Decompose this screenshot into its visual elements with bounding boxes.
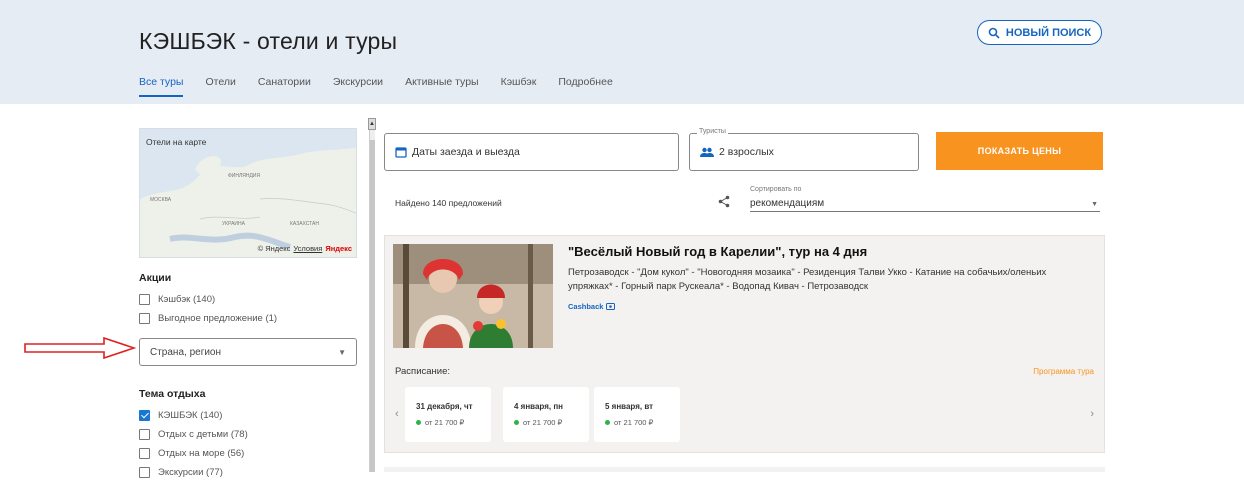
tab-hotels[interactable]: Отели	[205, 76, 235, 97]
tourists-value: 2 взрослых	[719, 146, 774, 158]
show-prices-button[interactable]: Показать цены	[936, 132, 1103, 170]
date-option[interactable]: 5 января, вт от 21 700 ₽	[594, 387, 680, 442]
sort-select[interactable]: Сортировать по рекомендациям ▼	[750, 186, 1100, 212]
checkbox-box[interactable]	[139, 410, 150, 421]
page-title: КЭШБЭК - отели и туры	[139, 28, 398, 54]
tab-more[interactable]: Подробнее	[558, 76, 612, 97]
theme-kids-checkbox[interactable]: Отдых с детьми (78)	[139, 425, 359, 444]
hotels-map[interactable]: ФИНЛЯНДИЯ МОСКВА УКРАИНА КАЗАХСТАН Отели…	[139, 128, 357, 258]
filters-sidebar: ФИНЛЯНДИЯ МОСКВА УКРАИНА КАЗАХСТАН Отели…	[139, 128, 359, 482]
tour-photo-image	[393, 244, 553, 348]
promo-good-deal-checkbox[interactable]: Выгодное предложение (1)	[139, 309, 359, 328]
promos-title: Акции	[139, 272, 172, 284]
map-label: ФИНЛЯНДИЯ	[228, 173, 260, 179]
checkbox-label: Отдых на море (56)	[158, 448, 245, 459]
tour-title[interactable]: "Весёлый Новый год в Карелии", тур на 4 …	[568, 244, 867, 259]
map-label: УКРАИНА	[222, 221, 246, 227]
theme-sea-checkbox[interactable]: Отдых на море (56)	[139, 444, 359, 463]
checkbox-label: Отдых с детьми (78)	[158, 429, 248, 440]
theme-cashback-checkbox[interactable]: КЭШБЭК (140)	[139, 406, 359, 425]
tour-card[interactable]: "Весёлый Новый год в Карелии", тур на 4 …	[384, 235, 1105, 453]
map-label: КАЗАХСТАН	[290, 221, 319, 227]
checkbox-box[interactable]	[139, 448, 150, 459]
chevron-down-icon: ▼	[1091, 201, 1098, 208]
dates-placeholder: Даты заезда и выезда	[412, 146, 520, 158]
sort-value: рекомендациям	[750, 198, 825, 209]
chevron-down-icon: ▼	[338, 347, 346, 357]
checkbox-box[interactable]	[139, 429, 150, 440]
page-header: КЭШБЭК - отели и туры новый поиск Все ту…	[0, 0, 1244, 104]
checkbox-box[interactable]	[139, 313, 150, 324]
tabs-bar: Все туры Отели Санатории Экскурсии Актив…	[139, 76, 613, 97]
region-select[interactable]: Страна, регион ▼	[139, 338, 357, 366]
date-option[interactable]: 4 января, пн от 21 700 ₽	[503, 387, 589, 442]
scrollbar-thumb[interactable]	[370, 140, 375, 472]
cashback-label: Cashback	[568, 302, 604, 311]
search-icon	[988, 27, 1000, 39]
tab-all-tours[interactable]: Все туры	[139, 76, 184, 97]
annotation-arrow-icon	[24, 337, 136, 359]
new-search-button[interactable]: новый поиск	[977, 20, 1102, 45]
yandex-logo: Яндекс	[325, 244, 352, 253]
dates-field[interactable]: Даты заезда и выезда	[384, 133, 679, 171]
tour-photo[interactable]	[393, 244, 553, 348]
chevron-left-icon[interactable]: ‹	[395, 408, 399, 420]
checkbox-label: Кэшбэк (140)	[158, 294, 216, 305]
new-search-label: новый поиск	[1005, 26, 1092, 39]
checkbox-box[interactable]	[139, 294, 150, 305]
tourists-field[interactable]: Туристы 2 взрослых	[689, 128, 919, 171]
share-icon[interactable]	[718, 195, 730, 208]
people-icon	[700, 147, 714, 157]
cashback-badge: Cashback	[568, 302, 616, 311]
map-image: ФИНЛЯНДИЯ МОСКВА УКРАИНА КАЗАХСТАН	[140, 129, 356, 257]
map-title: Отели на карте	[146, 137, 207, 147]
date-option-price: от 21 700 ₽	[416, 418, 464, 427]
sort-label: Сортировать по	[750, 186, 802, 193]
main-content: Даты заезда и выезда Туристы 2 взрослых …	[384, 118, 1105, 472]
tourists-legend: Туристы	[697, 128, 728, 135]
date-option-date: 4 января, пн	[514, 402, 563, 411]
checkbox-label: Выгодное предложение (1)	[158, 313, 278, 324]
map-label: МОСКВА	[150, 197, 172, 203]
tab-cashback[interactable]: Кэшбэк	[501, 76, 537, 97]
price-text: от 21 700 ₽	[523, 418, 563, 427]
price-text: от 21 700 ₽	[614, 418, 654, 427]
results-count: Найдено 140 предложений	[395, 198, 502, 208]
available-dot-icon	[605, 420, 610, 425]
available-dot-icon	[416, 420, 421, 425]
date-option-date: 31 декабря, чт	[416, 402, 473, 411]
schedule-label: Расписание:	[395, 366, 451, 377]
calendar-icon	[395, 147, 407, 158]
price-text: от 21 700 ₽	[425, 418, 465, 427]
date-option[interactable]: 31 декабря, чт от 21 700 ₽	[405, 387, 491, 442]
available-dot-icon	[514, 420, 519, 425]
tab-excursions[interactable]: Экскурсии	[333, 76, 383, 97]
tab-sanatoriums[interactable]: Санатории	[258, 76, 311, 97]
date-option-price: от 21 700 ₽	[605, 418, 653, 427]
map-copyright: © Яндекс	[257, 244, 291, 253]
tab-active-tours[interactable]: Активные туры	[405, 76, 479, 97]
cashback-icon	[606, 303, 616, 310]
date-option-price: от 21 700 ₽	[514, 418, 562, 427]
date-option-date: 5 января, вт	[605, 402, 654, 411]
checkbox-box[interactable]	[139, 467, 150, 478]
checkbox-label: Экскурсии (77)	[158, 467, 223, 478]
map-terms-link[interactable]: Условия	[293, 244, 322, 253]
tour-description: Петрозаводск - "Дом кукол" - "Новогодняя…	[568, 267, 1047, 293]
region-select-value: Страна, регион	[150, 346, 222, 358]
scroll-up-icon[interactable]: ▲	[368, 118, 376, 130]
checkbox-label: КЭШБЭК (140)	[158, 410, 223, 421]
program-link[interactable]: Программа тура	[1033, 367, 1094, 376]
chevron-right-icon[interactable]: ›	[1090, 408, 1094, 420]
theme-excursions-checkbox[interactable]: Экскурсии (77)	[139, 463, 359, 482]
theme-title: Тема отдыха	[139, 388, 206, 400]
promo-cashback-checkbox[interactable]: Кэшбэк (140)	[139, 290, 359, 309]
next-card-edge	[384, 467, 1105, 472]
map-attribution: © Яндекс Условия Яндекс	[258, 244, 352, 253]
